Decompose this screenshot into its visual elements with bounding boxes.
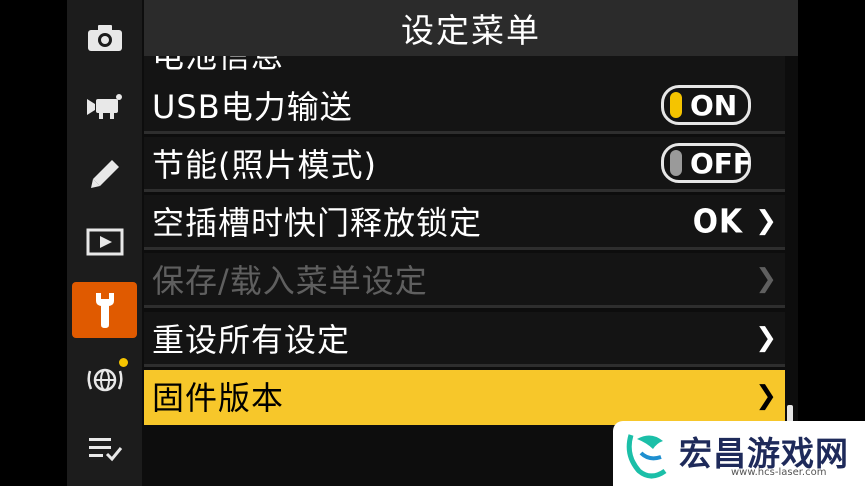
toggle-off-indicator [670,150,682,176]
tab-photo-shooting[interactable] [72,10,137,66]
tab-custom-settings[interactable] [72,146,137,202]
play-icon [86,228,123,256]
chevron-right-icon: ❯ [755,323,777,353]
wrench-icon [95,293,114,328]
checklist-icon [88,438,122,462]
movie-camera-icon [86,94,122,119]
menu-item-save-load-settings: 保存/载入菜单设定 ❯ [144,253,785,308]
tab-movie-recording[interactable] [72,78,137,134]
menu-item-label: 重设所有设定 [152,321,351,359]
menu-title-bar: 设定菜单 [144,0,798,56]
toggle-on-indicator [670,92,682,118]
energy-saving-toggle[interactable]: OFF [661,143,753,183]
chevron-right-icon: ❯ [755,264,777,294]
tab-setup[interactable] [72,282,137,338]
menu-item-label: USB电力输送 [152,88,353,126]
site-watermark: 宏昌游戏网 www.hcs-laser.com [613,421,865,486]
menu-item-label: 电池信息 [152,56,285,75]
chevron-right-icon: ❯ [755,206,777,236]
usb-power-toggle[interactable]: ON [661,85,751,125]
menu-tab-sidebar [67,0,142,486]
tab-my-menu[interactable] [72,420,137,476]
pencil-icon [90,160,119,188]
menu-item-firmware-version[interactable]: 固件版本 ❯ [144,370,785,425]
menu-item-label: 空插槽时快门释放锁定 [152,204,483,242]
globe-network-icon [86,368,123,392]
page-title: 设定菜单 [401,11,541,50]
camera-icon [87,25,122,51]
site-logo-icon [626,434,667,479]
menu-item-slot-empty-release-lock[interactable]: 空插槽时快门释放锁定 OK ❯ [144,195,785,250]
toggle-state-text: OFF [690,146,753,180]
watermark-url: www.hcs-laser.com [731,467,827,478]
chevron-right-icon: ❯ [755,381,777,411]
setup-menu-list: 电池信息 USB电力输送 ON 节能(照片模式) OFF 空插槽时快门释放锁定 … [144,56,785,428]
menu-item-usb-power-delivery[interactable]: USB电力输送 ON [144,79,785,134]
menu-item-energy-saving[interactable]: 节能(照片模式) OFF [144,137,785,192]
menu-item-reset-all-settings[interactable]: 重设所有设定 ❯ [144,312,785,367]
tab-playback[interactable] [72,214,137,270]
menu-item-value: OK [692,201,743,241]
notification-dot [119,358,128,367]
menu-item-label: 固件版本 [152,379,285,417]
menu-item-label: 节能(照片模式) [152,146,377,184]
toggle-state-text: ON [690,88,738,122]
tab-network[interactable] [72,352,137,408]
menu-item-label: 保存/载入菜单设定 [152,262,428,300]
